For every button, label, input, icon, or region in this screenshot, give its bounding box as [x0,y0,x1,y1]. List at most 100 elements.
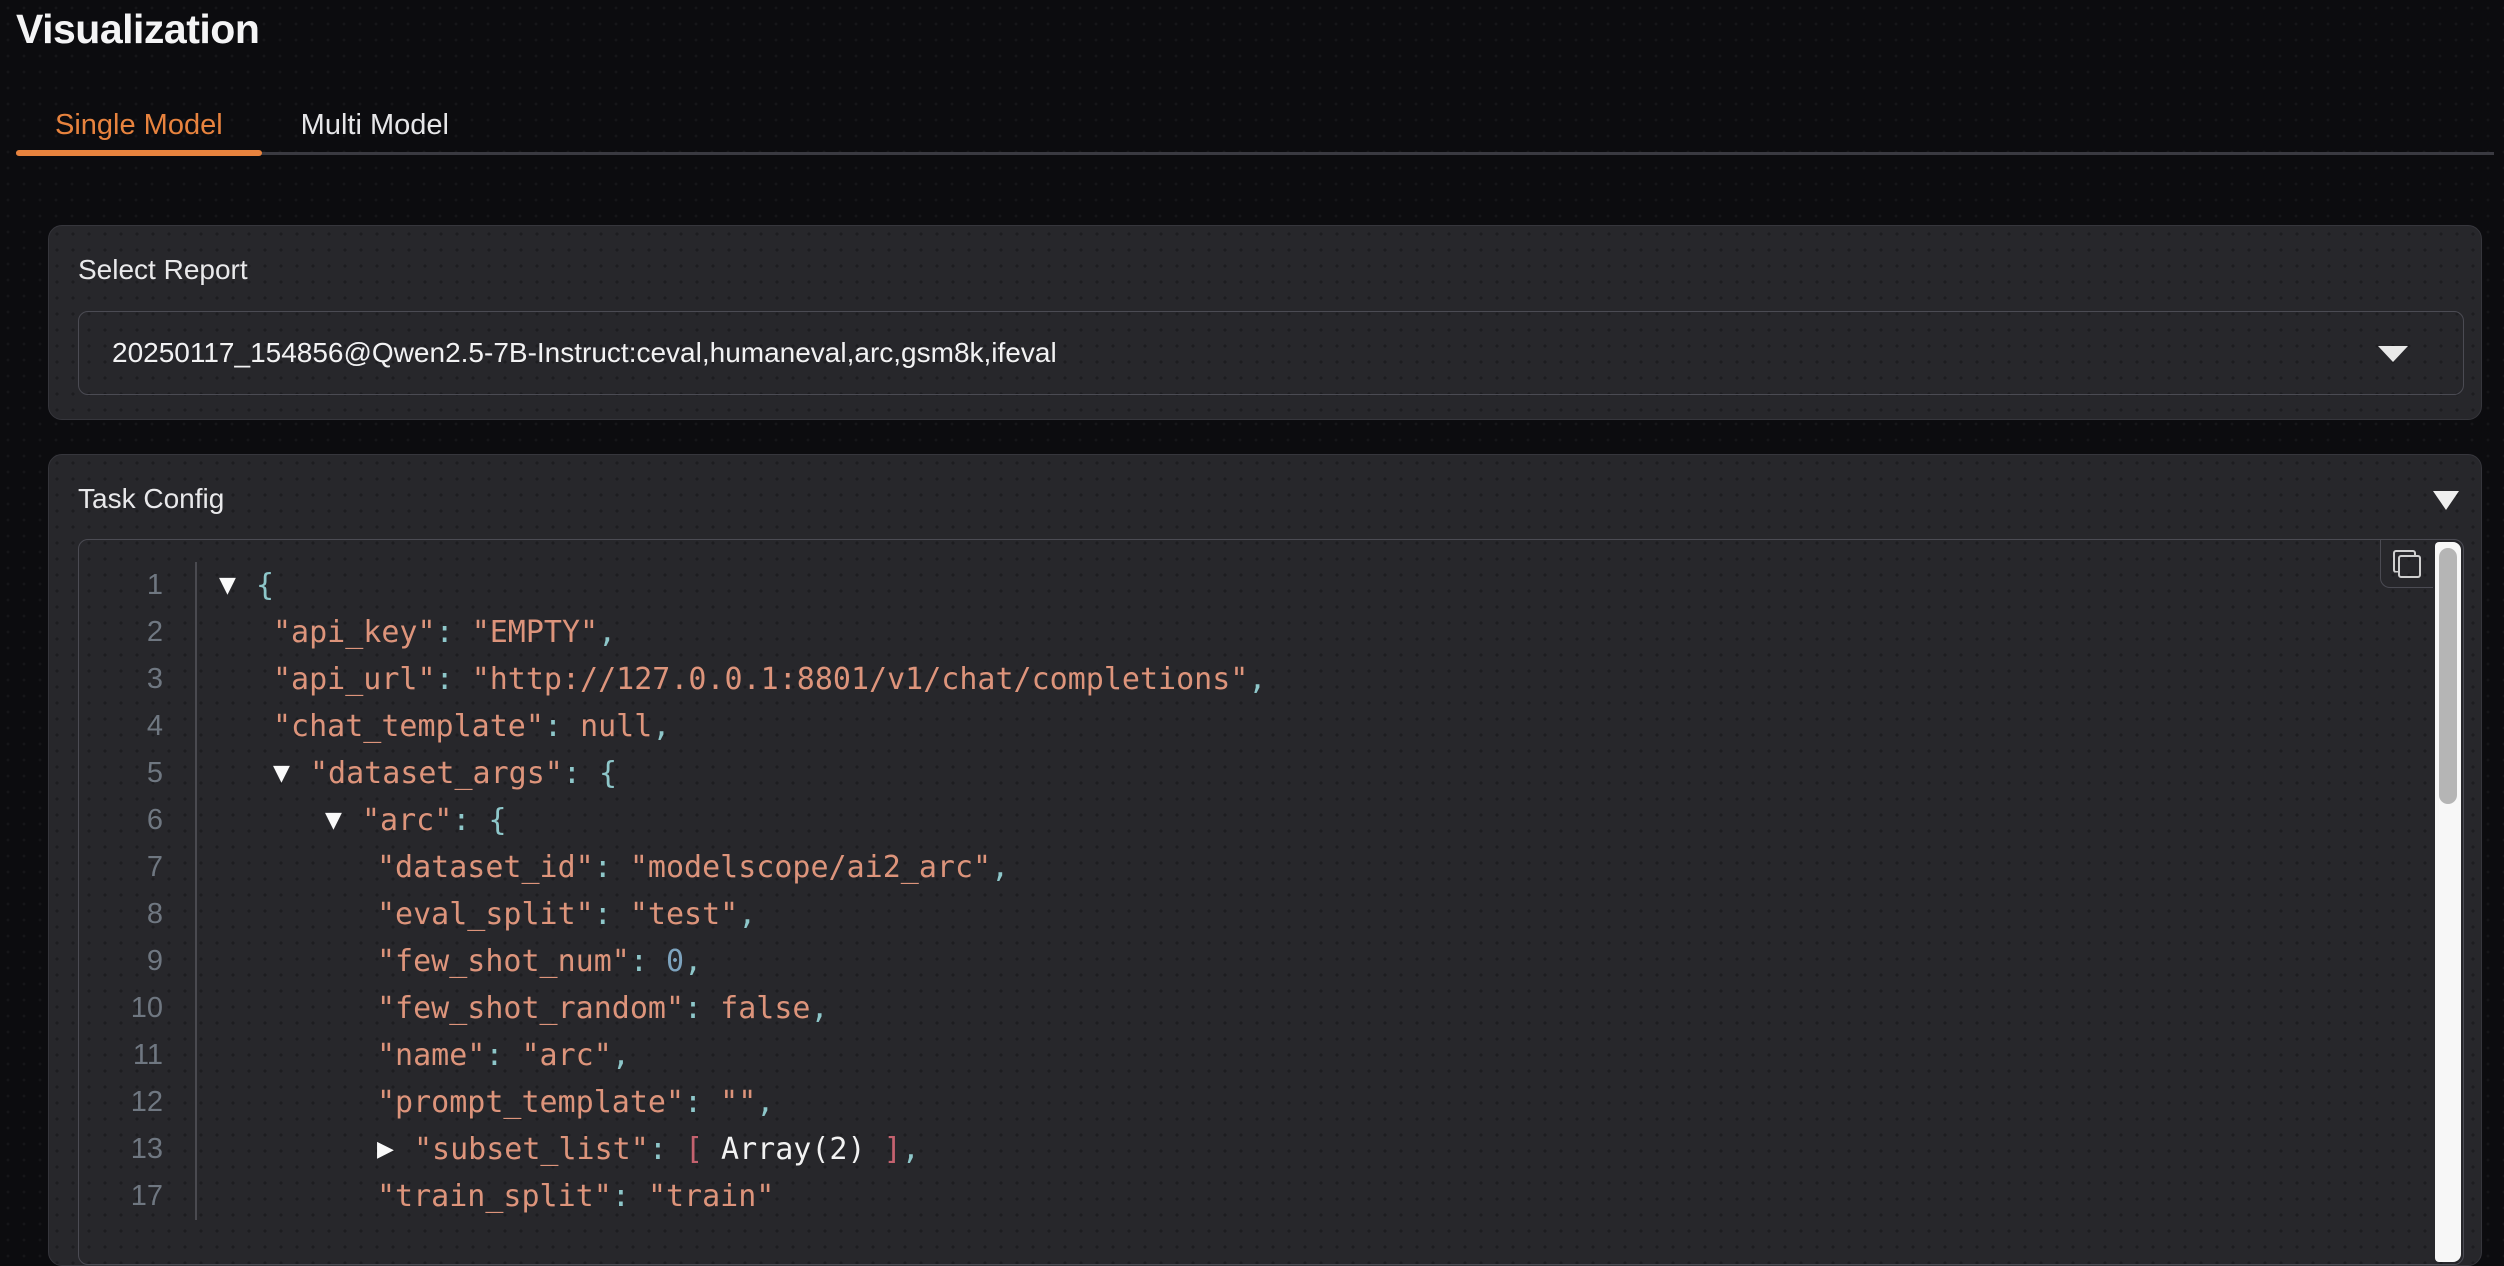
visualization-page: { "page": { "title": "Visualization" }, … [0,0,2504,1208]
scrollbar-thumb[interactable] [2439,548,2457,804]
json-line: 10 "few_shot_random": false, [79,985,2433,1032]
line-number: 7 [79,851,163,884]
json-token: , [991,850,1009,885]
json-line: 12 "prompt_template": "", [79,1079,2433,1126]
json-token: , [902,1132,920,1167]
collapse-panel-icon[interactable] [2433,491,2459,510]
json-token: 0 [666,944,684,979]
scrollbar[interactable] [2435,542,2461,1262]
line-number: 17 [79,1180,163,1213]
json-token: "train_split" [377,1179,612,1214]
json-line: 17 "train_split": "train" [79,1173,2433,1220]
json-token: : [436,662,472,697]
line-number: 9 [79,945,163,978]
json-token: "arc" [362,803,452,838]
json-token: , [810,991,828,1026]
line-number: 6 [79,804,163,837]
line-number: 11 [79,1039,163,1072]
json-token: "modelscope/ai2_arc" [630,850,991,885]
task-config-panel: Task Config 1▼{2"api_key": "EMPTY",3"api… [48,454,2482,1266]
json-token: "http://127.0.0.1:8801/v1/chat/completio… [472,662,1249,697]
json-token: "" [720,1085,756,1120]
json-token: "prompt_template" [377,1085,684,1120]
tab-bar: Single Model Multi Model [16,98,2494,155]
json-token: Array(2) [703,1132,884,1167]
select-report-panel: Select Report 20250117_154856@Qwen2.5-7B… [48,225,2482,420]
collapse-toggle-icon[interactable]: ▼ [325,808,362,833]
json-token: : [684,991,720,1026]
json-token: false [720,991,810,1026]
json-token: "eval_split" [377,897,594,932]
json-token: "test" [630,897,738,932]
line-number: 4 [79,710,163,743]
json-token: ] [884,1132,902,1167]
dropdown-arrow-icon[interactable] [2378,346,2408,362]
line-number: 13 [79,1133,163,1166]
json-token: : [485,1038,521,1073]
json-line: 6 ▼"arc": { [79,797,2433,844]
json-viewer: 1▼{2"api_key": "EMPTY",3"api_url": "http… [78,539,2464,1265]
json-token: , [738,897,756,932]
json-token: { [599,756,617,791]
json-line: 5 ▼"dataset_args": { [79,750,2433,797]
json-token: "api_url" [273,662,436,697]
json-token: , [756,1085,774,1120]
json-token: : [594,897,630,932]
json-line: 8 "eval_split": "test", [79,891,2433,938]
json-line: 13▶"subset_list": [ Array(2) ], [79,1126,2433,1173]
json-token: "chat_template" [273,709,544,744]
json-token: , [652,709,670,744]
collapse-toggle-icon[interactable]: ▼ [219,573,256,598]
select-report-label: Select Report [78,254,248,286]
line-number: 2 [79,616,163,649]
json-token: , [684,944,702,979]
json-token: : [436,615,472,650]
json-line: 3 "api_url": "http://127.0.0.1:8801/v1/ch… [79,656,2433,703]
json-token: : [594,850,630,885]
json-token: [ [685,1132,703,1167]
json-token: "name" [377,1038,485,1073]
json-token: : [630,944,666,979]
report-dropdown-value: 20250117_154856@Qwen2.5-7B-Instruct:ceva… [112,337,1057,369]
json-token: { [256,568,274,603]
json-token: null [580,709,652,744]
tab-multi-model[interactable]: Multi Model [262,98,488,152]
line-number: 10 [79,992,163,1025]
json-token: : [563,756,599,791]
json-token: "train" [648,1179,774,1214]
json-token: : [612,1179,648,1214]
line-number: 12 [79,1086,163,1119]
json-token: "arc" [522,1038,612,1073]
line-number: 8 [79,898,163,931]
expand-toggle-icon[interactable]: ▶ [377,1137,414,1162]
line-number: 1 [79,569,163,602]
json-token: "dataset_id" [377,850,594,885]
json-token: "EMPTY" [472,615,598,650]
json-line: 11 "name": "arc", [79,1032,2433,1079]
json-token: "subset_list" [414,1132,649,1167]
json-token: "dataset_args" [310,756,563,791]
task-config-label: Task Config [78,483,224,515]
collapse-toggle-icon[interactable]: ▼ [273,761,310,786]
copy-icon [2392,549,2422,579]
json-token: , [1248,662,1266,697]
page-title: Visualization [16,0,259,58]
tab-single-model[interactable]: Single Model [16,98,262,152]
json-line: 7 "dataset_id": "modelscope/ai2_arc", [79,844,2433,891]
json-token: : [544,709,580,744]
json-token: : [452,803,488,838]
json-lines: 1▼{2"api_key": "EMPTY",3"api_url": "http… [79,540,2433,1264]
json-token: , [598,615,616,650]
json-token: "api_key" [273,615,436,650]
line-number: 5 [79,757,163,790]
json-line: 9 "few_shot_num": 0, [79,938,2433,985]
line-number: 3 [79,663,163,696]
json-token: : [684,1085,720,1120]
json-line: 2 "api_key": "EMPTY", [79,609,2433,656]
copy-button[interactable] [2380,540,2433,588]
json-token: "few_shot_random" [377,991,684,1026]
json-token: , [612,1038,630,1073]
report-dropdown[interactable]: 20250117_154856@Qwen2.5-7B-Instruct:ceva… [78,311,2464,395]
json-token: { [488,803,506,838]
json-token: "few_shot_num" [377,944,630,979]
